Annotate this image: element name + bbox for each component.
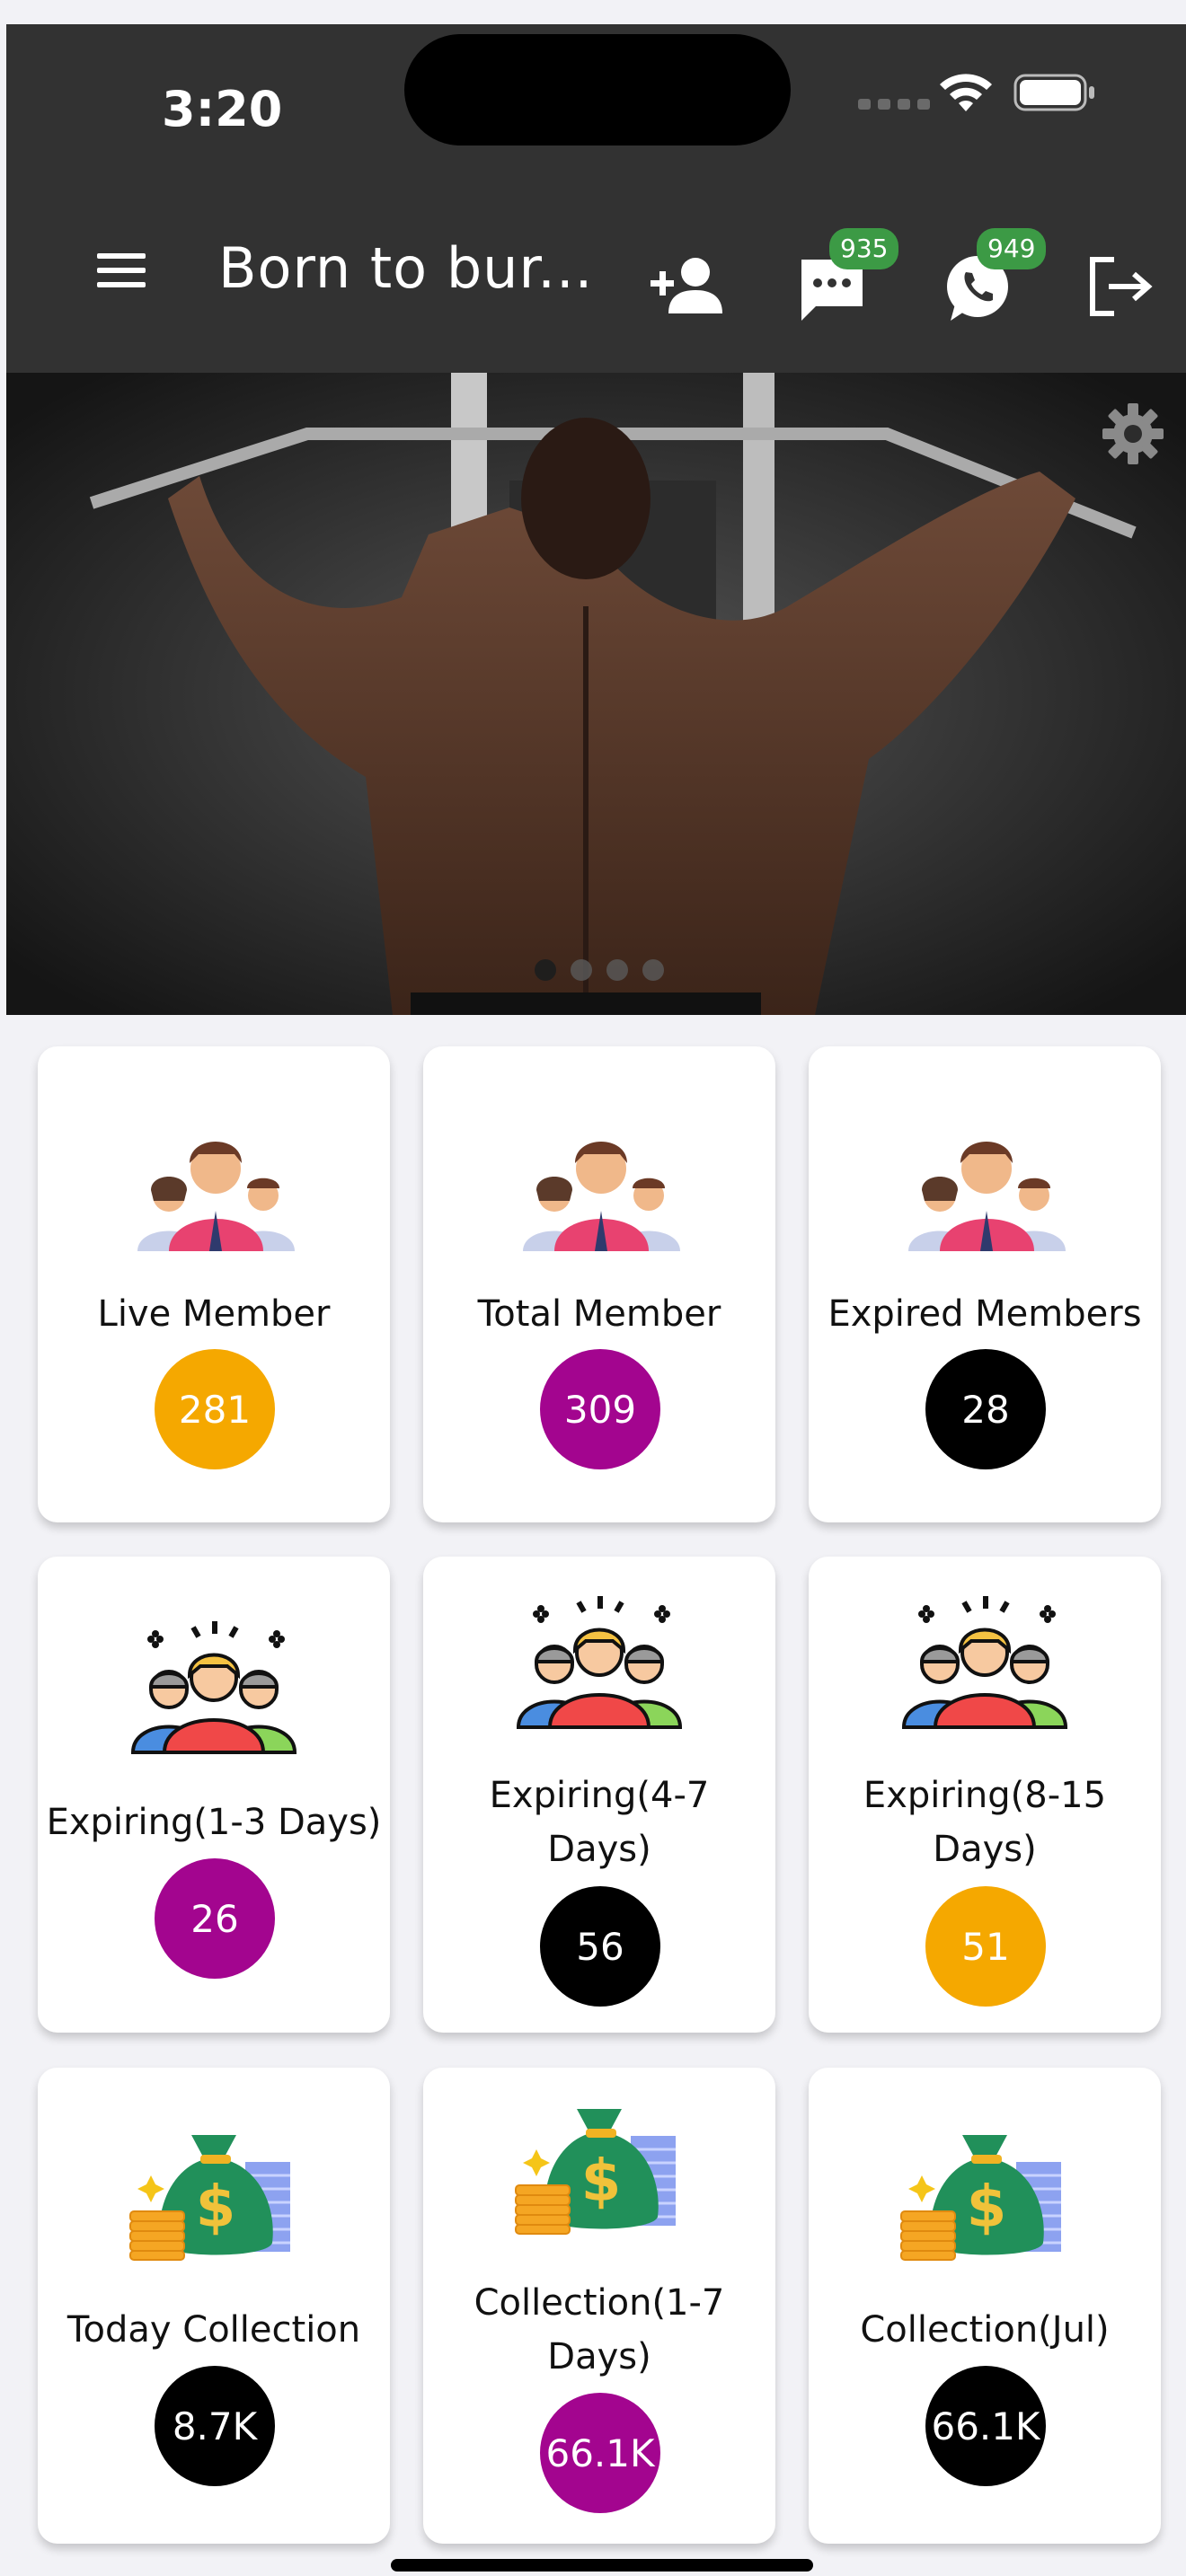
- card-label: Total Member: [477, 1293, 721, 1335]
- card-count-badge: 26: [155, 1858, 275, 1979]
- card-label-line1: Expiring(4-7: [489, 1775, 710, 1816]
- menu-icon[interactable]: [90, 243, 153, 296]
- today-collection-card[interactable]: Today Collection 8.7K: [38, 2068, 390, 2544]
- add-member-icon[interactable]: [649, 256, 726, 315]
- card-count-badge: 56: [540, 1886, 660, 2007]
- wifi-icon: [940, 74, 992, 111]
- expired-members-card[interactable]: Expired Members 28: [809, 1046, 1161, 1522]
- status-time: 3:20: [162, 81, 283, 137]
- whatsapp-badge: 949: [977, 228, 1047, 269]
- carousel-dot[interactable]: [571, 959, 592, 981]
- card-count-badge: 66.1K: [540, 2393, 660, 2513]
- carousel-dot[interactable]: [535, 959, 556, 981]
- card-label-line1: Expiring(8-15: [863, 1775, 1107, 1816]
- expiring-8-15-days-card[interactable]: Expiring(8-15 Days) 51: [809, 1557, 1161, 2033]
- sms-badge: 935: [829, 228, 899, 269]
- card-label: Today Collection: [66, 2309, 361, 2351]
- card-count-badge: 309: [540, 1349, 660, 1469]
- members-group-icon: [514, 1125, 685, 1260]
- collection-month-card[interactable]: Collection(Jul) 66.1K: [809, 2068, 1161, 2544]
- card-label: Expired Members: [828, 1293, 1142, 1335]
- logout-icon[interactable]: [1087, 256, 1155, 317]
- settings-gear-icon[interactable]: [1101, 401, 1165, 466]
- card-count-badge: 8.7K: [155, 2366, 275, 2486]
- page-title: Born to bur...: [218, 235, 594, 301]
- expiring-1-3-days-card[interactable]: Expiring(1-3 Days) 26: [38, 1557, 390, 2033]
- card-label: Expiring(1-3 Days): [46, 1802, 382, 1843]
- carousel-dot[interactable]: [606, 959, 628, 981]
- alert-group-icon: [899, 1594, 1070, 1729]
- card-count-badge: 28: [925, 1349, 1046, 1469]
- money-bag-icon: [514, 2100, 685, 2235]
- dynamic-island: [404, 34, 791, 146]
- signal-icon: [858, 99, 930, 110]
- home-indicator: [391, 2559, 813, 2572]
- carousel-dots[interactable]: [535, 959, 664, 981]
- carousel-dot[interactable]: [642, 959, 664, 981]
- card-count-badge: 281: [155, 1349, 275, 1469]
- members-group-icon: [899, 1125, 1070, 1260]
- members-group-icon: [128, 1125, 299, 1260]
- card-label-line2: Days): [933, 1829, 1037, 1870]
- top-strip: [0, 0, 1186, 24]
- card-count-badge: 66.1K: [925, 2366, 1046, 2486]
- battery-icon: [1013, 74, 1094, 111]
- card-count-badge: 51: [925, 1886, 1046, 2007]
- money-bag-icon: [899, 2126, 1070, 2261]
- card-label-line2: Days): [547, 1829, 651, 1870]
- card-label-line2: Days): [547, 2336, 651, 2378]
- card-label-line1: Collection(1-7: [474, 2282, 725, 2324]
- total-member-card[interactable]: Total Member 309: [423, 1046, 775, 1522]
- card-label: Live Member: [97, 1293, 331, 1335]
- card-label: Collection(Jul): [860, 2309, 1110, 2351]
- collection-1-7-days-card[interactable]: Collection(1-7 Days) 66.1K: [423, 2068, 775, 2544]
- live-member-card[interactable]: Live Member 281: [38, 1046, 390, 1522]
- money-bag-icon: [128, 2126, 299, 2261]
- expiring-4-7-days-card[interactable]: Expiring(4-7 Days) 56: [423, 1557, 775, 2033]
- alert-group-icon: [128, 1619, 299, 1754]
- alert-group-icon: [514, 1594, 685, 1729]
- banner-image[interactable]: [6, 373, 1186, 1015]
